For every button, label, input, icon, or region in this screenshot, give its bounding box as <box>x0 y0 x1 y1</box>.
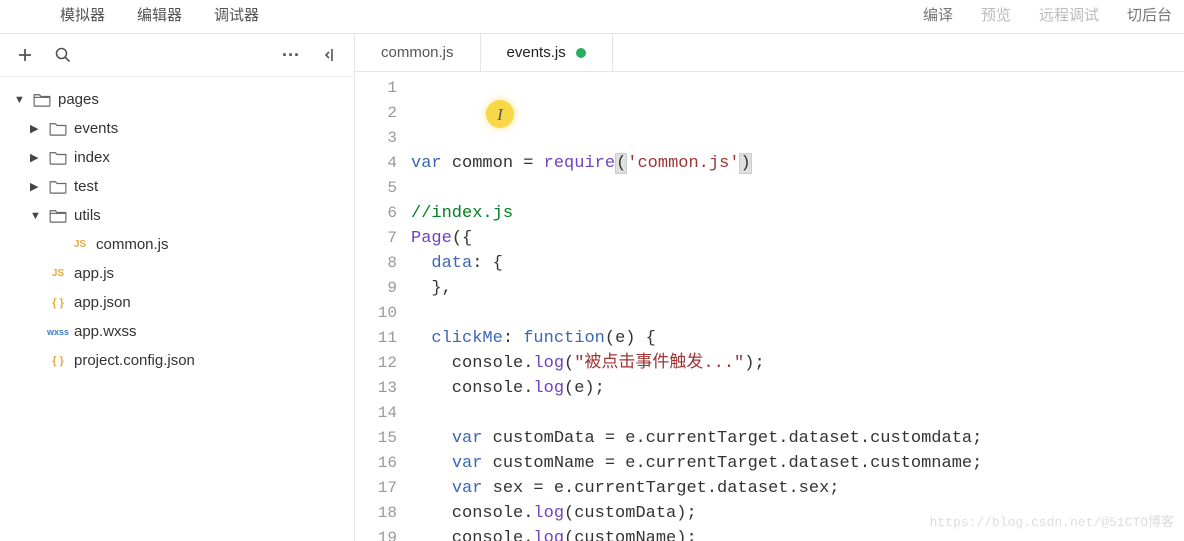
folder-icon <box>32 93 52 107</box>
file-tree[interactable]: ▼pages▶events▶index▶test▼utils JS common.j… <box>0 77 354 383</box>
tree-item-project-config-json[interactable]: { } project.config.json <box>0 346 354 375</box>
code-line[interactable]: var customData = e.currentTarget.dataset… <box>411 426 1184 451</box>
code-line[interactable]: clickMe: function(e) { <box>411 326 1184 351</box>
menu-background[interactable]: 切后台 <box>1127 4 1172 25</box>
main-area: ··· ▼pages▶events▶index▶test▼utils JS comm… <box>0 34 1184 541</box>
wxss-file-icon: wxss <box>48 327 68 337</box>
code-line[interactable]: console.log("被点击事件触发..."); <box>411 351 1184 376</box>
top-menu-bar: 模拟器 编辑器 调试器 编译 预览 远程调试 切后台 <box>0 0 1184 34</box>
tree-item-test[interactable]: ▶test <box>0 172 354 201</box>
folder-icon <box>48 151 68 165</box>
tree-item-label: common.js <box>96 236 169 253</box>
json-file-icon: { } <box>48 355 68 367</box>
line-number: 14 <box>355 401 397 426</box>
menu-simulator[interactable]: 模拟器 <box>60 4 105 25</box>
json-file-icon: { } <box>48 297 68 309</box>
tree-item-index[interactable]: ▶index <box>0 143 354 172</box>
tree-item-label: index <box>74 149 110 166</box>
line-number: 18 <box>355 501 397 526</box>
search-button[interactable] <box>52 44 74 66</box>
tree-item-label: app.json <box>74 294 131 311</box>
code-line[interactable] <box>411 401 1184 426</box>
tree-item-app-wxss[interactable]: wxss app.wxss <box>0 317 354 346</box>
line-number: 12 <box>355 351 397 376</box>
sidebar-toolbar: ··· <box>0 34 354 77</box>
line-number: 1 <box>355 76 397 101</box>
code-line[interactable]: data: { <box>411 251 1184 276</box>
line-number: 13 <box>355 376 397 401</box>
watermark-text: https://blog.csdn.net/@51CTO博客 <box>930 510 1174 535</box>
folder-icon <box>48 209 68 223</box>
tab-common-js[interactable]: common.js <box>355 34 481 71</box>
code-line[interactable] <box>411 176 1184 201</box>
tree-item-label: events <box>74 120 118 137</box>
more-options-button[interactable]: ··· <box>280 44 302 66</box>
line-number: 8 <box>355 251 397 276</box>
js-file-icon: JS <box>48 268 68 279</box>
code-line[interactable]: var common = require('common.js') <box>411 151 1184 176</box>
line-number: 11 <box>355 326 397 351</box>
menu-editor[interactable]: 编辑器 <box>137 4 182 25</box>
tree-item-app-js[interactable]: JS app.js <box>0 259 354 288</box>
tab-label: common.js <box>381 44 454 61</box>
code-content[interactable]: I var common = require('common.js') //in… <box>411 72 1184 541</box>
editor-tabs: common.js events.js <box>355 34 1184 72</box>
line-number: 16 <box>355 451 397 476</box>
code-line[interactable]: var sex = e.currentTarget.dataset.sex; <box>411 476 1184 501</box>
code-line[interactable]: var customName = e.currentTarget.dataset… <box>411 451 1184 476</box>
cursor-highlight-icon: I <box>486 100 514 128</box>
line-number: 15 <box>355 426 397 451</box>
line-number: 5 <box>355 176 397 201</box>
code-line[interactable]: console.log(e); <box>411 376 1184 401</box>
line-number: 2 <box>355 101 397 126</box>
menu-remote-debug[interactable]: 远程调试 <box>1039 4 1099 25</box>
tree-item-events[interactable]: ▶events <box>0 114 354 143</box>
menu-preview[interactable]: 预览 <box>981 4 1011 25</box>
tab-events-js[interactable]: events.js <box>481 34 613 71</box>
line-number: 4 <box>355 151 397 176</box>
line-number: 7 <box>355 226 397 251</box>
line-number: 10 <box>355 301 397 326</box>
tree-item-common-js[interactable]: JS common.js <box>0 230 354 259</box>
js-file-icon: JS <box>70 239 90 250</box>
tree-item-app-json[interactable]: { } app.json <box>0 288 354 317</box>
editor-area: common.jsevents.js 123456789101112131415… <box>355 34 1184 541</box>
app-root: 模拟器 编辑器 调试器 编译 预览 远程调试 切后台 ··· <box>0 0 1184 541</box>
collapse-sidebar-button[interactable] <box>318 44 340 66</box>
line-number: 19 <box>355 526 397 541</box>
tab-label: events.js <box>507 44 566 61</box>
code-area[interactable]: 12345678910111213141516171819 I var comm… <box>355 72 1184 541</box>
tree-item-label: project.config.json <box>74 352 195 369</box>
line-number: 17 <box>355 476 397 501</box>
code-line[interactable] <box>411 301 1184 326</box>
line-number: 6 <box>355 201 397 226</box>
tree-item-pages[interactable]: ▼pages <box>0 85 354 114</box>
add-file-button[interactable] <box>14 44 36 66</box>
tree-item-label: pages <box>58 91 99 108</box>
code-line[interactable]: }, <box>411 276 1184 301</box>
code-line[interactable]: //index.js <box>411 201 1184 226</box>
sidebar: ··· ▼pages▶events▶index▶test▼utils JS comm… <box>0 34 355 541</box>
menu-compile[interactable]: 编译 <box>923 4 953 25</box>
top-menu-right: 编译 预览 远程调试 切后台 <box>923 4 1184 25</box>
menu-debugger[interactable]: 调试器 <box>214 4 259 25</box>
line-number: 3 <box>355 126 397 151</box>
folder-icon <box>48 180 68 194</box>
line-number: 9 <box>355 276 397 301</box>
modified-indicator-icon <box>576 48 586 58</box>
tree-item-utils[interactable]: ▼utils <box>0 201 354 230</box>
tree-item-label: utils <box>74 207 101 224</box>
tree-item-label: test <box>74 178 98 195</box>
tree-item-label: app.wxss <box>74 323 137 340</box>
folder-icon <box>48 122 68 136</box>
line-gutter: 12345678910111213141516171819 <box>355 72 411 541</box>
tree-item-label: app.js <box>74 265 114 282</box>
code-line[interactable]: Page({ <box>411 226 1184 251</box>
